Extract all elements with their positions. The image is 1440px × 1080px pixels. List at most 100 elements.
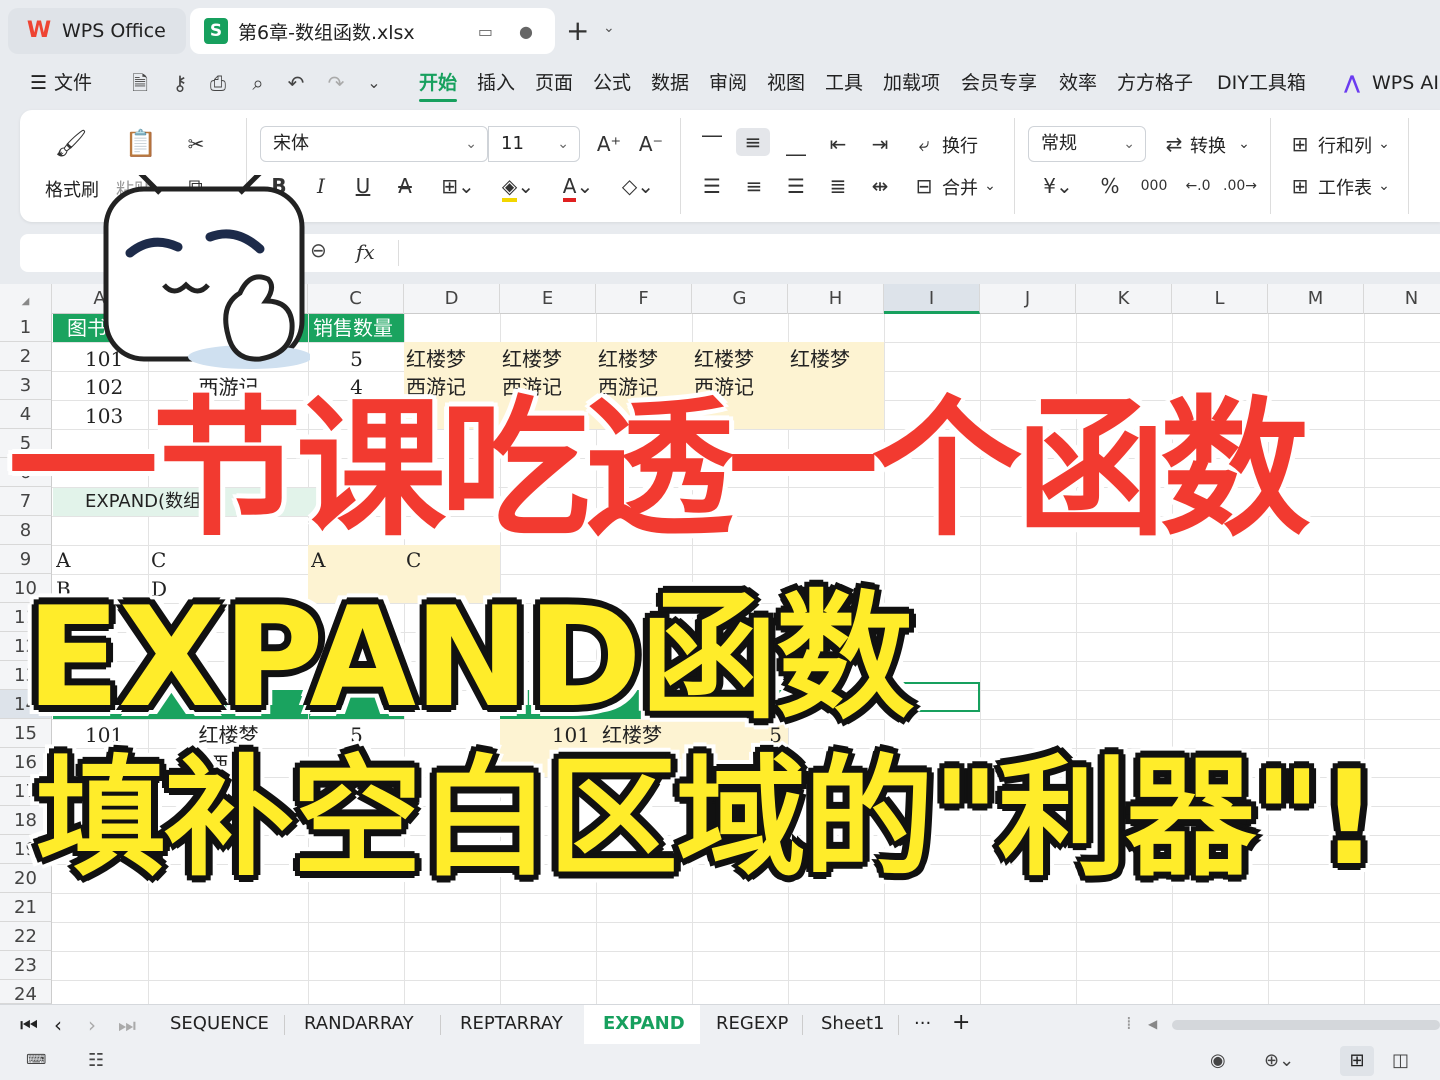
more-chevron-icon[interactable]: ⌄ (360, 70, 388, 96)
column-header[interactable]: E (500, 284, 596, 314)
sheet-tab[interactable]: Sheet1 (821, 1013, 885, 1034)
rows-cols-label[interactable]: 行和列 (1318, 132, 1372, 158)
column-header[interactable]: M (1268, 284, 1364, 314)
merge-chevron-icon[interactable]: ⌄ (982, 172, 998, 200)
paste-icon[interactable]: 📋 (124, 130, 158, 158)
file-menu[interactable]: 文件 (54, 68, 92, 98)
row-header[interactable]: 22 (0, 922, 52, 951)
column-header[interactable]: L (1172, 284, 1268, 314)
align-left-icon[interactable]: ☰ (698, 172, 726, 200)
align-center-icon[interactable]: ≡ (740, 172, 768, 200)
normal-view-icon[interactable]: ⊞ (1340, 1046, 1374, 1076)
justify-icon[interactable]: ≣ (824, 172, 852, 200)
cell-c1[interactable]: 销售数量 (309, 314, 404, 342)
decrease-indent-icon[interactable]: ⇤ (824, 130, 852, 158)
percent-icon[interactable]: % (1096, 172, 1124, 200)
increase-decimal-icon[interactable]: ←.0 (1180, 172, 1216, 200)
format-painter-icon[interactable]: 🖌 (54, 130, 88, 158)
page-view-icon[interactable]: ◫ (1392, 1050, 1409, 1071)
sheet-tab[interactable]: RANDARRAY (304, 1013, 414, 1034)
column-header[interactable]: K (1076, 284, 1172, 314)
cut-icon[interactable]: ✂ (182, 130, 210, 158)
sheet-tab[interactable]: REGEXP (716, 1013, 788, 1034)
align-middle-icon[interactable]: ≡ (736, 128, 770, 156)
macro-icon[interactable]: ⌨ (26, 1052, 46, 1068)
cell-e2[interactable]: 红楼梦 (502, 343, 596, 371)
menu-page[interactable]: 页面 (535, 68, 573, 98)
font-color-icon[interactable]: A⌄ (556, 172, 600, 202)
decrease-decimal-icon[interactable]: .00→ (1222, 172, 1258, 200)
merge-icon[interactable]: ⊟ (910, 172, 938, 200)
eye-protection-icon[interactable]: ◉ (1210, 1050, 1226, 1071)
menu-tools[interactable]: 工具 (825, 68, 863, 98)
increase-font-icon[interactable]: A⁺ (594, 130, 624, 158)
menu-diy-toolbox[interactable]: DIY工具箱 (1217, 68, 1306, 98)
sheet-tab[interactable]: SEQUENCE (170, 1013, 269, 1034)
menu-wps-ai[interactable]: WPS AI (1372, 68, 1439, 98)
insert-function-icon[interactable]: fx (356, 240, 375, 264)
form-icon[interactable]: ☷ (88, 1050, 104, 1071)
rows-cols-icon[interactable]: ⊞ (1286, 130, 1314, 158)
decrease-font-icon[interactable]: A⁻ (636, 130, 666, 158)
select-all-corner[interactable]: ◢ (0, 284, 52, 314)
wrap-text-label[interactable]: 换行 (942, 132, 978, 158)
align-top-icon[interactable]: ⎺ (698, 130, 726, 158)
hamburger-icon[interactable]: ☰ (30, 68, 47, 98)
distributed-icon[interactable]: ⇹ (866, 172, 894, 200)
column-header[interactable]: F (596, 284, 692, 314)
worksheet-icon[interactable]: ⊞ (1286, 172, 1314, 200)
add-sheet-button[interactable]: + (952, 1010, 970, 1035)
row-header[interactable]: 2 (0, 342, 52, 371)
tab-list-chevron-icon[interactable]: ⌄ (603, 20, 615, 36)
fill-color-icon[interactable]: ◈⌄ (496, 172, 540, 202)
layout-icon[interactable]: ⊕⌄ (1264, 1050, 1294, 1071)
column-header[interactable]: D (404, 284, 500, 314)
rows-cols-chevron-icon[interactable]: ⌄ (1376, 130, 1392, 158)
key-icon[interactable]: ⚷ (166, 70, 194, 96)
monitor-icon[interactable]: ▭ (478, 22, 493, 41)
print-icon[interactable]: ⎙ (204, 70, 232, 96)
unsaved-dot-icon[interactable]: ● (519, 22, 533, 41)
menu-insert[interactable]: 插入 (477, 68, 515, 98)
convert-chevron-icon[interactable]: ⌄ (1236, 130, 1252, 158)
wrap-text-icon[interactable]: ⤶ (910, 130, 938, 158)
cell-h2[interactable]: 红楼梦 (790, 343, 884, 371)
convert-label[interactable]: 转换 (1190, 132, 1226, 158)
redo-icon[interactable]: ↷ (322, 70, 350, 96)
save-icon[interactable]: 🗎 (126, 70, 154, 96)
strikethrough-icon[interactable]: A (392, 172, 418, 200)
next-sheet-icon[interactable]: › (88, 1013, 96, 1037)
sheet-tab-active[interactable]: EXPAND (603, 1013, 685, 1034)
menu-efficiency[interactable]: 效率 (1059, 68, 1097, 98)
more-sheets-button[interactable]: ··· (914, 1013, 931, 1034)
italic-icon[interactable]: I (308, 172, 334, 200)
scroll-left-icon[interactable]: ◀ (1148, 1017, 1157, 1031)
app-tab[interactable]: W WPS Office (8, 8, 186, 54)
column-header-selected[interactable]: I (884, 284, 980, 314)
zoom-formula-icon[interactable]: ⊖ (310, 238, 327, 262)
worksheet-label[interactable]: 工作表 (1318, 174, 1372, 200)
cell-d2[interactable]: 红楼梦 (406, 343, 500, 371)
horizontal-scrollbar[interactable] (1172, 1020, 1440, 1030)
menu-fangfang[interactable]: 方方格子 (1117, 68, 1193, 98)
row-header[interactable]: 23 (0, 951, 52, 980)
row-header[interactable]: 24 (0, 980, 52, 1004)
first-sheet-icon[interactable]: ⏮ (20, 1013, 38, 1037)
font-name-select[interactable]: 宋体 ⌄ (260, 126, 488, 162)
column-header[interactable]: H (788, 284, 884, 314)
format-painter-label[interactable]: 格式刷 (45, 176, 99, 202)
print-preview-icon[interactable]: ⌕ (244, 70, 272, 96)
underline-icon[interactable]: U (350, 172, 376, 200)
sheet-tab[interactable]: REPTARRAY (460, 1013, 563, 1034)
thousands-icon[interactable]: 000 (1136, 172, 1172, 200)
number-format-select[interactable]: 常规 ⌄ (1028, 126, 1146, 162)
new-tab-button[interactable]: + (566, 14, 589, 47)
border-icon[interactable]: ⊞⌄ (436, 172, 480, 200)
cell-g2[interactable]: 红楼梦 (694, 343, 788, 371)
clear-format-icon[interactable]: ◇⌄ (616, 172, 660, 200)
last-sheet-icon[interactable]: ⏭ (118, 1013, 136, 1037)
menu-review[interactable]: 审阅 (709, 68, 747, 98)
column-header[interactable]: J (980, 284, 1076, 314)
prev-sheet-icon[interactable]: ‹ (54, 1013, 62, 1037)
menu-view[interactable]: 视图 (767, 68, 805, 98)
